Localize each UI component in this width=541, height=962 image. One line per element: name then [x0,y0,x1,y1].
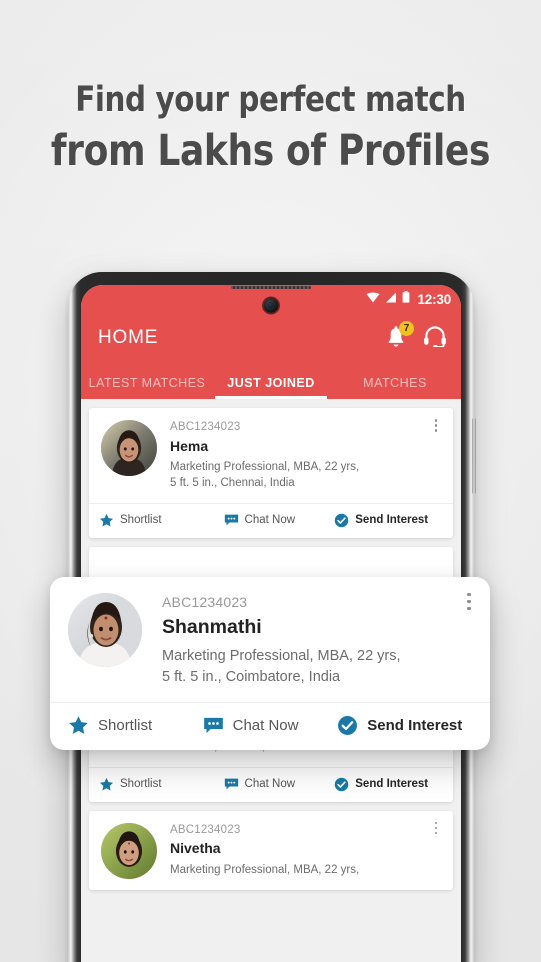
wifi-icon [366,290,380,308]
headset-icon [424,325,446,348]
headline-line-1: Find your perfect match [75,80,466,120]
tab-matches[interactable]: MATCHES [333,376,457,399]
kebab-menu-icon[interactable] [462,593,476,611]
profile-info: ABC1234023 Shanmathi Marketing Professio… [142,593,474,688]
profile-name: Shanmathi [162,615,262,638]
profile-id: ABC1234023 [162,594,248,610]
star-icon [99,513,114,528]
profile-summary: ABC1234023 Hema Marketing Professional, … [89,408,453,503]
profile-detail-line-1: Marketing Professional, MBA, 22 yrs, [170,863,360,876]
page-title: HOME [98,327,159,348]
star-icon [68,715,89,736]
avatar [101,420,157,476]
chat-now-button[interactable]: Chat Now [224,777,335,791]
check-circle-icon [334,777,349,792]
chat-now-label: Chat Now [244,778,296,791]
app-bar-actions: 7 [385,321,447,352]
profile-name: Hema [170,437,209,454]
phone-side-button[interactable] [472,418,476,494]
profile-actions: Shortlist Chat Now Send Interest [89,766,453,802]
notification-count-badge: 7 [399,321,414,336]
chat-now-label: Chat Now [244,514,296,527]
send-interest-button[interactable]: Send Interest [334,777,445,792]
send-interest-button[interactable]: Send Interest [337,715,476,736]
profile-id: ABC1234023 [170,421,241,433]
avatar [68,593,142,667]
front-camera-punch-hole [263,298,279,313]
woman-portrait-2 [68,593,142,667]
profile-summary: ABC1234023 Nivetha Marketing Professiona… [89,811,453,890]
shortlist-label: Shortlist [98,717,153,735]
send-interest-button[interactable]: Send Interest [334,513,445,528]
tab-bar: LATEST MATCHES JUST JOINED MATCHES [81,363,461,399]
profile-card[interactable]: ABC1234023 Hema Marketing Professional, … [89,408,453,538]
shortlist-button[interactable]: Shortlist [99,513,224,528]
promo-headline: Find your perfect match from Lakhs of Pr… [0,82,541,174]
profile-id: ABC1234023 [170,823,241,836]
avatar [101,822,157,879]
support-button[interactable] [423,325,447,352]
profile-summary: ABC1234023 Shanmathi Marketing Professio… [50,577,490,702]
chat-now-button[interactable]: Chat Now [203,716,338,735]
app-bar: HOME 7 [81,313,461,363]
profile-actions: Shortlist Chat Now Send Interest [89,502,453,538]
app-header: 12:30 HOME 7 LATEST MATCHES JUST JOINED … [81,285,461,399]
chat-now-button[interactable]: Chat Now [224,513,335,527]
shortlist-button[interactable]: Shortlist [68,715,203,736]
tab-latest-matches[interactable]: LATEST MATCHES [85,376,209,399]
chat-bubble-icon [224,513,239,527]
kebab-menu-icon[interactable] [429,419,443,432]
highlighted-profile-card[interactable]: ABC1234023 Shanmathi Marketing Professio… [50,577,490,751]
profile-detail-line-2: 5 ft. 5 in., Coimbatore, India [162,669,341,686]
profile-info: ABC1234023 Hema Marketing Professional, … [157,420,443,492]
profile-name: Nivetha [170,840,221,857]
profile-detail-line-1: Marketing Professional, MBA, 22 yrs, [170,461,360,474]
profile-info: ABC1234023 Nivetha Marketing Professiona… [157,823,443,879]
send-interest-label: Send Interest [355,514,429,527]
shortlist-label: Shortlist [120,778,162,791]
chat-bubble-icon [224,777,239,791]
check-circle-icon [334,513,349,528]
profile-detail-line-1: Marketing Professional, MBA, 22 yrs, [162,648,401,665]
battery-icon [402,290,410,308]
status-bar-clock: 12:30 [417,291,451,307]
check-circle-icon [337,715,358,736]
woman-portrait-1 [101,420,157,476]
chat-now-label: Chat Now [232,717,299,735]
profile-detail-line-2: 5 ft. 5 in., Chennai, India [170,477,295,490]
notifications-button[interactable]: 7 [385,321,414,350]
profile-card[interactable]: ABC1234023 Nivetha Marketing Professiona… [89,810,453,890]
signal-icon [385,290,397,308]
tab-just-joined[interactable]: JUST JOINED [209,376,333,399]
chat-bubble-icon [203,716,224,735]
shortlist-button[interactable]: Shortlist [99,777,224,792]
shortlist-label: Shortlist [120,514,162,527]
send-interest-label: Send Interest [355,778,429,791]
star-icon [99,777,114,792]
profile-actions: Shortlist Chat Now Send Interest [50,702,490,750]
earpiece-speaker [231,286,311,289]
woman-portrait-4 [101,822,157,879]
headline-line-2: from Lakhs of Profiles [50,125,491,176]
kebab-menu-icon[interactable] [429,821,443,835]
send-interest-label: Send Interest [367,717,463,735]
